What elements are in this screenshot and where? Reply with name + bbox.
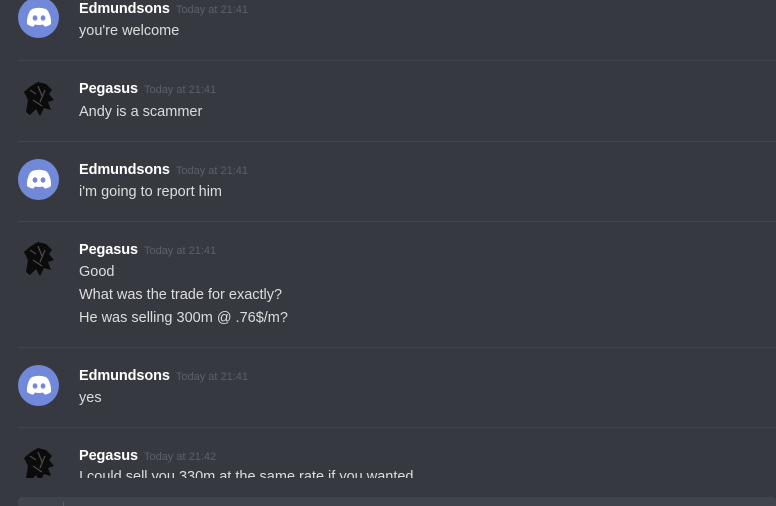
message-text: He was selling 300m @ .76$/m? xyxy=(79,310,288,326)
pegasus-avatar-icon xyxy=(24,242,54,276)
timestamp: Today at 21:41 xyxy=(143,245,217,257)
timestamp: Today at 21:41 xyxy=(175,4,249,16)
message-text: i'm going to report him xyxy=(79,184,222,200)
message-text: What was the trade for exactly? xyxy=(79,287,283,303)
avatar[interactable] xyxy=(18,0,59,38)
username[interactable]: Edmundsons xyxy=(79,1,170,17)
timestamp: Today at 21:41 xyxy=(143,84,217,96)
discord-logo-icon xyxy=(26,375,52,395)
divider xyxy=(18,347,776,348)
avatar[interactable] xyxy=(18,365,59,406)
message-text: yes xyxy=(79,390,102,406)
discord-logo-icon xyxy=(26,7,52,27)
divider xyxy=(18,141,776,142)
pegasus-avatar-icon xyxy=(24,82,54,116)
divider xyxy=(18,60,776,61)
timestamp: Today at 21:41 xyxy=(175,371,249,383)
timestamp: Today at 21:41 xyxy=(175,165,249,177)
message-list: Edmundsons Today at 21:41 you're welcome … xyxy=(0,0,776,478)
avatar[interactable] xyxy=(18,159,59,200)
username[interactable]: Pegasus xyxy=(79,242,138,258)
username[interactable]: Pegasus xyxy=(79,81,138,97)
message-text: Andy is a scammer xyxy=(79,104,203,120)
message-text: Good xyxy=(79,264,115,280)
avatar[interactable] xyxy=(18,78,59,119)
pegasus-avatar-icon xyxy=(24,448,54,478)
username[interactable]: Edmundsons xyxy=(79,368,170,384)
message-text: I could sell you 330m at the same rate i… xyxy=(79,469,414,478)
avatar[interactable] xyxy=(18,238,59,279)
message-text: you're welcome xyxy=(79,23,180,39)
timestamp: Today at 21:42 xyxy=(143,451,217,463)
username[interactable]: Pegasus xyxy=(79,448,138,464)
username[interactable]: Edmundsons xyxy=(79,162,170,178)
avatar[interactable] xyxy=(18,444,59,478)
message-input[interactable] xyxy=(18,497,776,506)
discord-logo-icon xyxy=(26,169,52,189)
divider xyxy=(18,427,776,428)
divider xyxy=(18,221,776,222)
divider xyxy=(63,502,64,506)
